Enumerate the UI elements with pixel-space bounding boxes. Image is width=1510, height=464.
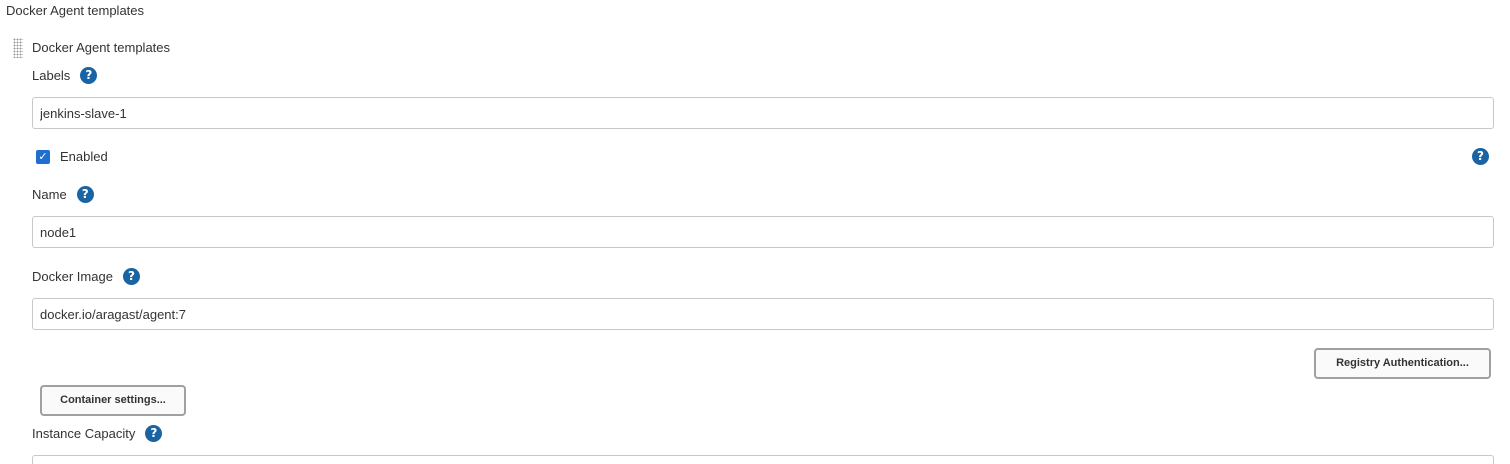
instance-capacity-input[interactable] — [32, 455, 1494, 464]
enabled-label: Enabled — [60, 149, 108, 164]
enabled-help-icon[interactable]: ? — [1472, 148, 1489, 165]
enabled-checkbox[interactable]: ✓ — [36, 150, 50, 164]
docker-image-input[interactable] — [32, 298, 1494, 330]
name-input[interactable] — [32, 216, 1494, 248]
name-field-label: Name ? — [32, 186, 94, 203]
drag-handle-icon[interactable] — [13, 38, 23, 58]
docker-image-label-text: Docker Image — [32, 268, 113, 284]
name-label-text: Name — [32, 186, 67, 202]
labels-field-label: Labels ? — [32, 67, 98, 84]
section-title: Docker Agent templates — [6, 3, 145, 18]
instance-capacity-label-text: Instance Capacity — [32, 425, 136, 441]
name-help-icon[interactable]: ? — [76, 186, 94, 203]
labels-help-icon[interactable]: ? — [80, 67, 98, 84]
labels-label-text: Labels — [32, 67, 71, 83]
container-settings-button[interactable]: Container settings... — [40, 385, 186, 416]
instance-capacity-field-label: Instance Capacity ? — [32, 425, 163, 442]
docker-image-field-label: Docker Image ? — [32, 268, 140, 285]
instance-capacity-help-icon[interactable]: ? — [145, 425, 163, 442]
subsection-title: Docker Agent templates — [32, 40, 171, 55]
registry-authentication-button[interactable]: Registry Authentication... — [1314, 348, 1491, 379]
docker-image-help-icon[interactable]: ? — [122, 268, 140, 285]
labels-input[interactable] — [32, 97, 1494, 129]
